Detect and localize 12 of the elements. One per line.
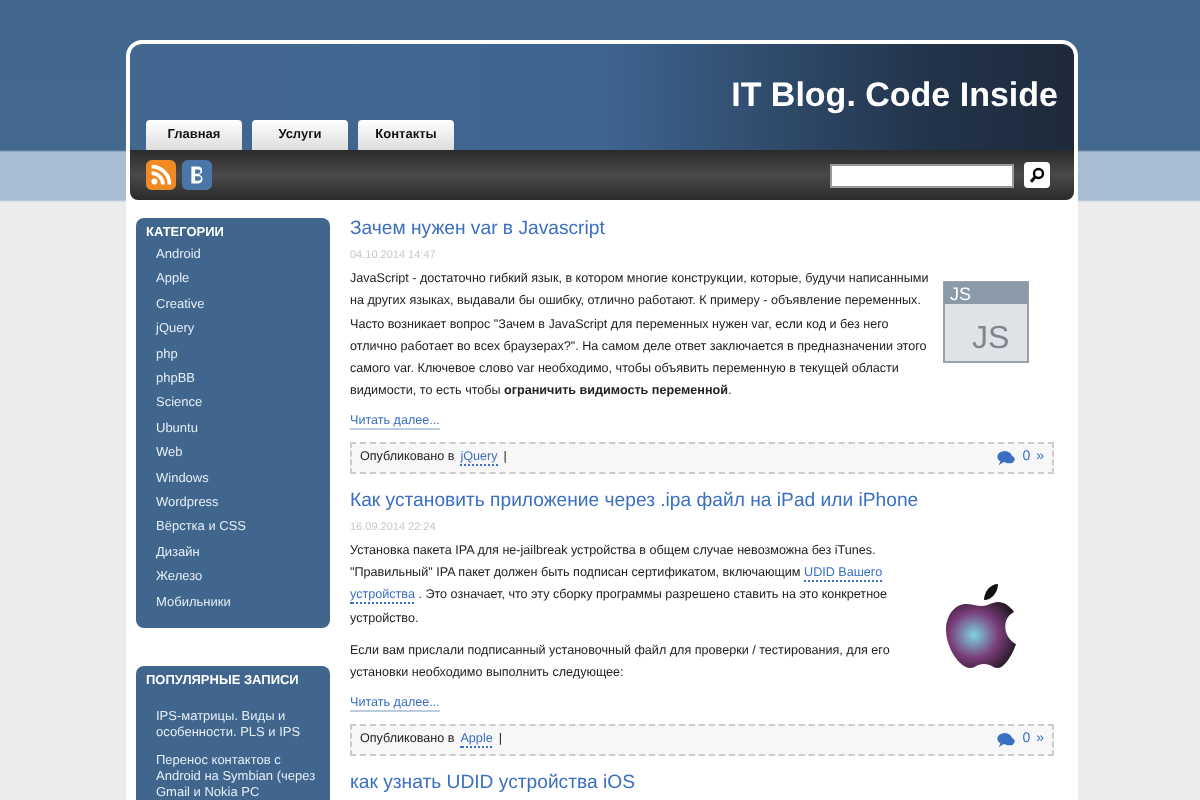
post-title[interactable]: Как установить приложение через .ipa файл на iPad или iPhone: [350, 489, 919, 512]
search-icon: [1028, 166, 1046, 184]
js-file-icon: JS JS: [942, 280, 1030, 368]
rss-icon[interactable]: [146, 160, 176, 190]
comments-icon: [996, 731, 1017, 748]
comments-icon: [996, 449, 1017, 466]
post-title[interactable]: Зачем нужен var в Javascript: [350, 218, 605, 240]
vk-icon[interactable]: [182, 160, 212, 190]
search-button[interactable]: [1024, 162, 1050, 188]
search-field[interactable]: [830, 163, 1014, 187]
site-title: IT Blog. Code Inside: [729, 74, 1060, 116]
post-title[interactable]: как узнать UDID устройства iOS: [350, 771, 635, 794]
